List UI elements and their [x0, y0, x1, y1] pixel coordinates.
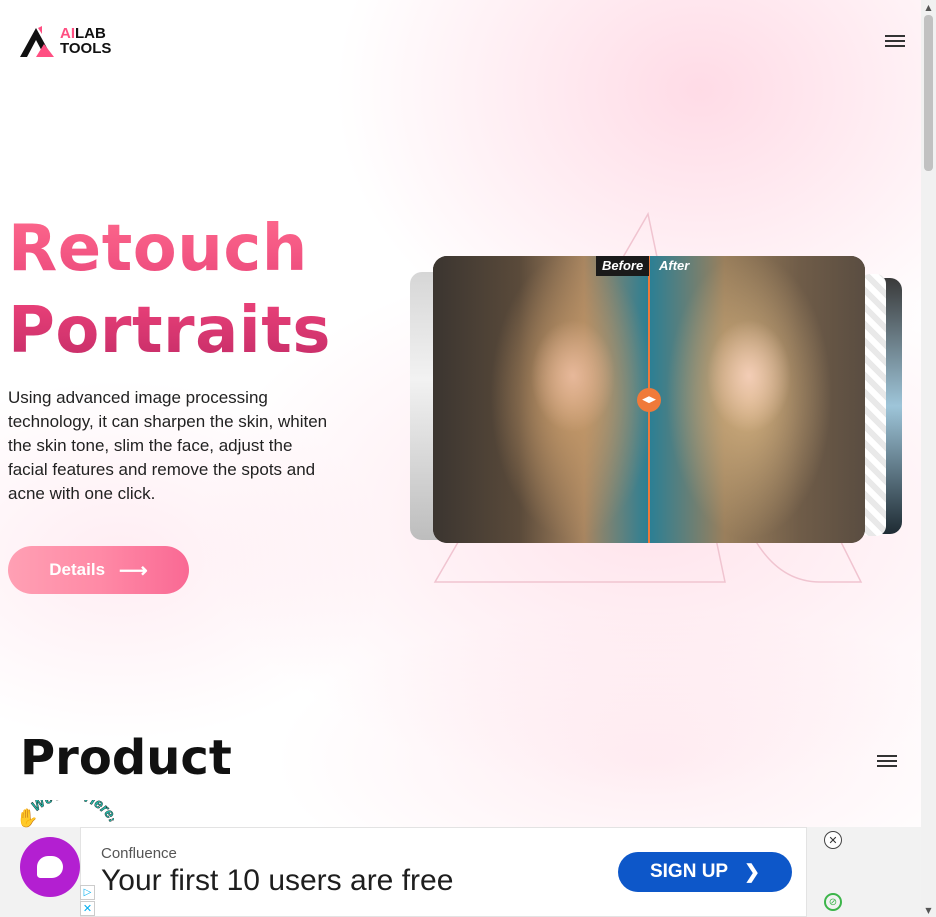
- hero-title-line1: Retouch: [8, 212, 308, 286]
- chat-button[interactable]: [20, 837, 80, 897]
- logo-mark-icon: [20, 26, 54, 57]
- details-button[interactable]: Details ⟶: [8, 546, 189, 594]
- scrollbar-thumb[interactable]: [924, 15, 933, 171]
- details-button-label: Details: [49, 560, 106, 579]
- ad-signup-label: SIGN UP: [649, 861, 729, 882]
- site-logo[interactable]: AILAB TOOLS: [16, 24, 111, 58]
- close-icon[interactable]: ✕: [80, 901, 95, 916]
- ad-banner: Confluence Your first 10 users are free …: [0, 827, 921, 917]
- before-label: Before: [596, 256, 650, 276]
- product-section-title: Product: [20, 730, 232, 786]
- logo-text: AILAB TOOLS: [60, 26, 111, 56]
- svg-text:We Are Here!: We Are Here!: [28, 800, 114, 825]
- hamburger-menu-icon[interactable]: [885, 35, 905, 49]
- ad-network-logo-icon: ⊘: [824, 893, 842, 911]
- chevron-right-icon: ❯: [744, 861, 761, 883]
- product-menu-icon[interactable]: [877, 755, 897, 769]
- hero-description: Using advanced image processing technolo…: [8, 388, 328, 503]
- close-circle-icon[interactable]: ✕: [824, 831, 842, 849]
- hero-title-line2: Portraits: [8, 294, 331, 368]
- ad-headline: Your first 10 users are free: [101, 864, 454, 897]
- compare-slider-handle-icon[interactable]: ◀▶: [637, 388, 661, 412]
- before-after-compare[interactable]: Before After ◀▶: [433, 256, 865, 543]
- hero-title: Retouch Portraits: [8, 208, 331, 372]
- after-label: After: [659, 258, 690, 273]
- ad-signup-button[interactable]: SIGN UP ❯: [618, 852, 792, 892]
- after-image: [649, 256, 865, 543]
- chat-bubble-icon: [37, 856, 63, 878]
- arrow-right-icon: ⟶: [119, 559, 148, 582]
- scroll-down-arrow-icon[interactable]: ▼: [921, 903, 936, 917]
- page: AILAB TOOLS Retouch Portraits Using adva…: [0, 0, 921, 917]
- before-image: [433, 256, 649, 543]
- logo-tools-text: TOOLS: [60, 40, 112, 57]
- ad-creative[interactable]: Confluence Your first 10 users are free …: [80, 827, 807, 917]
- page-scrollbar[interactable]: ▲ ▼: [921, 0, 936, 917]
- we-are-here-text: We Are Here!: [28, 800, 114, 826]
- scroll-up-arrow-icon[interactable]: ▲: [921, 0, 936, 14]
